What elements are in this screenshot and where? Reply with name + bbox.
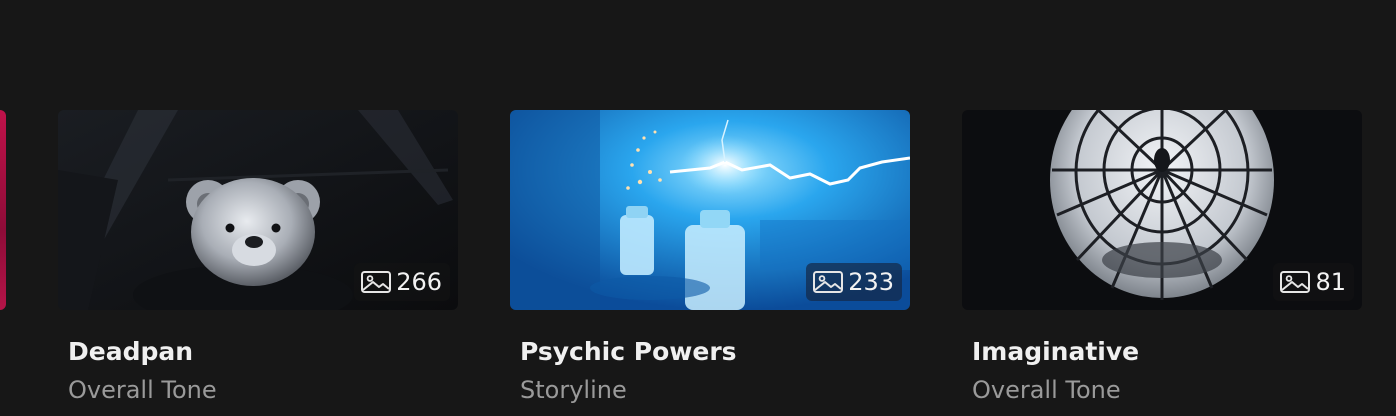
image-count: 81 [1315,268,1346,296]
card-category: Overall Tone [972,376,1121,404]
image-count-badge: 81 [1273,263,1354,301]
spider-web-thumbnail[interactable]: 81 [962,110,1362,310]
partial-card-thumbnail[interactable] [0,110,6,310]
card-title[interactable]: Imaginative [962,336,1362,368]
collection-card-deadpan[interactable]: 266 Deadpan Overall Tone [58,110,458,405]
collection-card-imaginative[interactable]: 81 Imaginative Overall Tone [962,110,1362,405]
image-count: 266 [396,268,442,296]
image-count: 233 [848,268,894,296]
collection-card-psychic-powers[interactable]: 233 Psychic Powers Storyline [510,110,910,405]
image-count-badge: 233 [806,263,902,301]
card-title[interactable]: Psychic Powers [510,336,910,368]
image-icon [813,271,844,293]
image-icon [361,271,392,293]
lightning-bottles-thumbnail[interactable]: 233 [510,110,910,310]
card-category: Storyline [520,376,627,404]
card-title[interactable]: Deadpan [58,336,458,368]
image-count-badge: 266 [354,263,450,301]
image-icon [1280,271,1311,293]
teddy-bear-thumbnail[interactable]: 266 [58,110,458,310]
card-category: Overall Tone [68,376,217,404]
